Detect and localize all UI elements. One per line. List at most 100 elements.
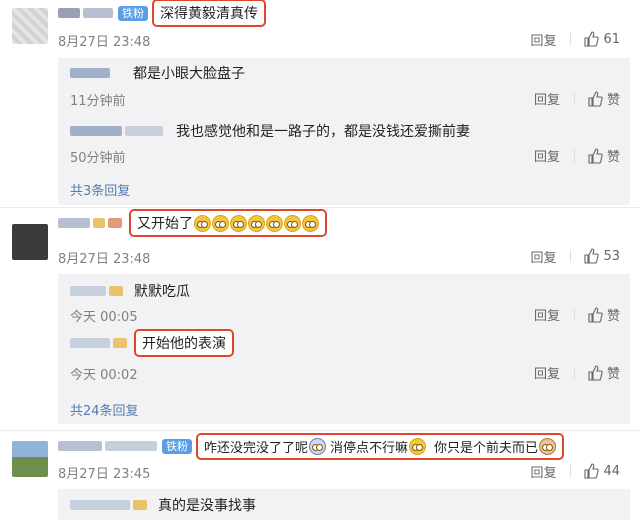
face-emoji-icon <box>309 437 327 455</box>
thumbs-up-icon[interactable] <box>587 306 603 323</box>
comment-actions: 回复 53 <box>530 247 620 266</box>
highlighted-comment-text: 深得黄毅清真传 <box>152 0 266 27</box>
more-replies-link[interactable]: 共24条回复 <box>70 400 139 419</box>
reply-button[interactable]: 回复 <box>530 30 556 49</box>
face-emoji-icon <box>194 214 211 232</box>
highlighted-comment-text: 咋还没完没了了呢 消停点不行嘛 你只是个前夫而已 <box>196 432 565 460</box>
username-blurred[interactable] <box>125 126 163 136</box>
username-blurred[interactable] <box>108 218 122 228</box>
reply-text: 默默吃瓜 <box>134 284 190 300</box>
avatar[interactable] <box>12 224 48 260</box>
like-count: 53 <box>603 248 620 264</box>
thumbs-up-icon[interactable] <box>583 31 600 47</box>
reply-button[interactable]: 回复 <box>534 89 560 108</box>
comment-actions: 回复 61 <box>530 30 620 49</box>
reply-actions: 回复 赞 <box>534 305 620 324</box>
username-blurred[interactable] <box>70 286 106 296</box>
face-emoji-icon <box>284 214 301 232</box>
reply-button[interactable]: 回复 <box>534 146 560 165</box>
comment-item: 铁粉 咋还没完没了了呢 消停点不行嘛 你只是个前夫而已 8月27日 23:45 … <box>0 431 640 520</box>
avatar[interactable] <box>12 441 48 477</box>
divider <box>570 250 572 262</box>
comment-item: 又开始了 8月27日 23:48 回复 53 默默吃瓜 今天 00:05 回复 … <box>0 208 640 430</box>
comment-actions: 回复 44 <box>530 462 620 481</box>
reply-time: 50分钟前 <box>70 151 126 166</box>
thumbs-up-icon[interactable] <box>587 147 603 164</box>
comment-text: 咋还没完没了了呢 <box>204 440 309 456</box>
comment-date: 8月27日 23:48 <box>58 252 151 267</box>
username-blurred[interactable] <box>133 500 147 510</box>
reply-button[interactable]: 回复 <box>530 462 556 481</box>
like-label[interactable]: 赞 <box>607 89 620 108</box>
divider <box>573 92 575 105</box>
reply-item: 我也感觉他和是一路子的，都是没钱还爱撕前妻 <box>70 120 470 142</box>
divider <box>573 308 575 321</box>
highlighted-reply-text: 开始他的表演 <box>134 329 234 357</box>
divider <box>570 465 572 477</box>
like-label[interactable]: 赞 <box>607 305 620 324</box>
comment-text: 消停点不行嘛 <box>330 440 409 456</box>
reply-actions: 回复 赞 <box>534 146 620 165</box>
face-emoji-icon <box>302 214 319 232</box>
thumbs-up-icon[interactable] <box>583 463 600 479</box>
username-blurred[interactable] <box>109 286 123 296</box>
username-blurred[interactable] <box>70 500 130 510</box>
like-count: 61 <box>603 31 620 47</box>
reply-actions: 回复 赞 <box>534 89 620 108</box>
thumbs-up-icon[interactable] <box>583 248 600 264</box>
divider <box>573 366 575 379</box>
more-replies-link[interactable]: 共3条回复 <box>70 180 130 199</box>
fan-badge[interactable]: 铁粉 <box>118 5 148 21</box>
username-blurred[interactable] <box>70 68 110 78</box>
username-blurred[interactable] <box>58 8 80 18</box>
reply-item: 开始他的表演 <box>70 329 234 357</box>
thumbs-up-icon[interactable] <box>587 90 603 107</box>
username-blurred[interactable] <box>58 441 102 451</box>
username-blurred[interactable] <box>113 338 127 348</box>
reply-item: 都是小眼大脸盘子 <box>70 62 245 84</box>
like-label[interactable]: 赞 <box>607 363 620 382</box>
face-emoji-icon <box>539 437 557 455</box>
reply-item: 真的是没事找事 <box>70 494 256 516</box>
reply-list: 都是小眼大脸盘子 11分钟前 回复 赞 我也感觉他和是一路子的，都是没钱还爱撕前… <box>58 58 630 205</box>
like-count: 44 <box>603 463 620 479</box>
reply-time: 今天 00:02 <box>70 368 138 383</box>
reply-button[interactable]: 回复 <box>530 247 556 266</box>
comment-item: 铁粉 深得黄毅清真传 8月27日 23:48 回复 61 都是小眼大脸盘子 11… <box>0 0 640 205</box>
comment-header: 又开始了 <box>58 209 327 237</box>
reply-button[interactable]: 回复 <box>534 363 560 382</box>
username-blurred[interactable] <box>83 8 113 18</box>
face-emoji-icon <box>248 214 265 232</box>
reply-text: 真的是没事找事 <box>158 498 256 514</box>
divider <box>573 149 575 162</box>
username-blurred[interactable] <box>93 218 105 228</box>
reply-time: 11分钟前 <box>70 94 126 109</box>
reply-list: 默默吃瓜 今天 00:05 回复 赞 开始他的表演 今天 00:02 回复 赞 … <box>58 274 630 424</box>
fan-badge[interactable]: 铁粉 <box>162 438 192 454</box>
username-blurred[interactable] <box>58 218 90 228</box>
reply-list: 真的是没事找事 <box>58 489 630 520</box>
face-emoji-icon <box>230 214 247 232</box>
comment-date: 8月27日 23:45 <box>58 467 151 482</box>
reply-actions: 回复 赞 <box>534 363 620 382</box>
reply-text: 都是小眼大脸盘子 <box>133 66 245 82</box>
thumbs-up-icon[interactable] <box>587 364 603 381</box>
comment-header: 铁粉 咋还没完没了了呢 消停点不行嘛 你只是个前夫而已 <box>58 432 565 460</box>
comment-text: 又开始了 <box>137 216 193 232</box>
username-blurred[interactable] <box>70 338 110 348</box>
comment-date: 8月27日 23:48 <box>58 35 151 50</box>
avatar[interactable] <box>12 8 48 44</box>
comment-header: 铁粉 深得黄毅清真传 <box>58 0 266 27</box>
reply-button[interactable]: 回复 <box>534 305 560 324</box>
comment-text: 你只是个前夫而已 <box>434 440 539 456</box>
username-blurred[interactable] <box>105 441 157 451</box>
face-emoji-icon <box>212 214 229 232</box>
reply-item: 默默吃瓜 <box>70 280 190 302</box>
face-emoji-icon <box>409 437 427 455</box>
reply-time: 今天 00:05 <box>70 310 138 325</box>
divider <box>570 33 572 45</box>
highlighted-comment-text: 又开始了 <box>129 209 327 237</box>
like-label[interactable]: 赞 <box>607 146 620 165</box>
username-blurred[interactable] <box>70 126 122 136</box>
face-emoji-icon <box>266 214 283 232</box>
